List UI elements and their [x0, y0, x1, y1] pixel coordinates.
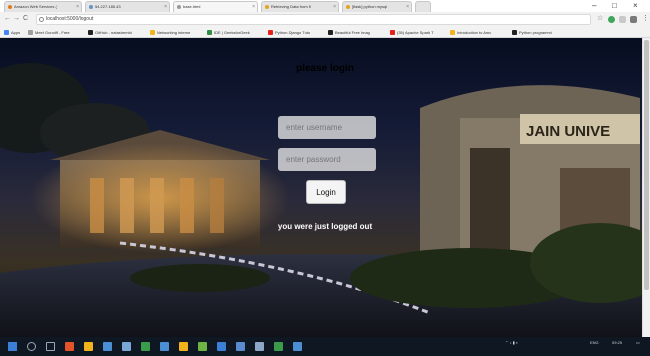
app9-icon[interactable]	[217, 342, 226, 351]
github-icon	[512, 30, 517, 35]
search-icon[interactable]	[27, 342, 36, 351]
new-tab-button[interactable]	[415, 1, 431, 12]
tab-ip[interactable]: 54.227.185.43 ×	[85, 1, 170, 12]
bookmark-favicon-icon	[150, 30, 155, 35]
app11-icon[interactable]	[255, 342, 264, 351]
extension-icon[interactable]	[608, 16, 615, 23]
bookmark-item[interactable]: Python programmi	[512, 28, 552, 37]
bookmark-label: Introduction to Amc	[457, 30, 492, 35]
extension-icon[interactable]	[619, 16, 626, 23]
browser-tab-bar: Amazon Web Services ( × 54.227.185.43 × …	[0, 0, 650, 12]
camera-icon	[328, 30, 333, 35]
university-sign: JAIN UNIVE	[526, 123, 610, 140]
file-explorer-icon[interactable]	[84, 342, 93, 351]
youtube-icon	[390, 30, 395, 35]
taskbar: ⌃ ♪ ▮ ◐ ENG 09:25 ▭	[0, 337, 650, 356]
bookmark-label: Beautiful Free Imag	[335, 30, 370, 35]
app8-icon[interactable]	[198, 342, 207, 351]
app3-icon[interactable]	[103, 342, 112, 351]
app7-icon[interactable]	[179, 342, 188, 351]
page-scrollbar[interactable]	[642, 38, 650, 337]
github-icon	[88, 30, 93, 35]
reload-icon[interactable]: C	[23, 15, 28, 23]
bookmark-label: Networking interne	[157, 30, 191, 35]
language-indicator[interactable]: ENG	[590, 340, 599, 346]
bookmark-label: (35) Apache Spark T	[397, 30, 434, 35]
menu-icon[interactable]: ⋮	[642, 15, 649, 23]
clock[interactable]: 09:25	[612, 340, 622, 346]
bookmark-item[interactable]: Python Django Tuto	[268, 28, 310, 37]
tab-label: 54.227.185.43	[95, 4, 121, 9]
app13-icon[interactable]	[293, 342, 302, 351]
scrollbar-thumb[interactable]	[644, 40, 649, 290]
tab-label: [flask] python mysql	[352, 4, 388, 9]
close-icon[interactable]: ×	[164, 2, 167, 12]
address-bar: ← → C localhost:5000/logout ☆ ⋮	[0, 12, 650, 27]
close-icon[interactable]: ×	[76, 2, 79, 12]
bookmark-apps[interactable]: Apps	[4, 28, 20, 37]
page-favicon-icon	[346, 5, 350, 9]
page-title: please login	[296, 63, 354, 74]
tab-label: Retrieving Data from fl	[271, 4, 311, 9]
url-text: localhost:5000/logout	[46, 16, 94, 22]
bookmark-label: Apps	[11, 30, 21, 35]
extension-icon[interactable]	[630, 16, 637, 23]
bookmark-item[interactable]: Networking interne	[150, 28, 190, 37]
maximize-icon[interactable]: □	[612, 1, 617, 11]
youtube-icon	[268, 30, 273, 35]
bookmark-star-icon[interactable]: ☆	[597, 15, 603, 23]
app4-icon[interactable]	[122, 342, 131, 351]
tab-label: Amazon Web Services (	[14, 4, 57, 9]
task-view-icon[interactable]	[46, 342, 55, 351]
close-window-icon[interactable]: ×	[633, 1, 638, 11]
back-icon[interactable]: ←	[4, 15, 11, 23]
apps-icon	[4, 30, 9, 35]
bookmark-label: Python Django Tuto	[275, 30, 311, 35]
bookmark-item[interactable]: Meet Gunolff - Free	[28, 28, 70, 37]
info-icon	[39, 17, 44, 22]
tab-retrieving-data[interactable]: Retrieving Data from fl ×	[261, 1, 339, 12]
login-page: JAIN UNIVE please login Login you were j…	[0, 38, 650, 337]
tab-flask-mysql[interactable]: [flask] python mysql ×	[342, 1, 412, 12]
app10-icon[interactable]	[236, 342, 245, 351]
minimize-icon[interactable]: –	[592, 1, 596, 11]
forward-icon[interactable]: →	[13, 15, 20, 23]
close-icon[interactable]: ×	[252, 2, 255, 12]
tab-aws[interactable]: Amazon Web Services ( ×	[4, 1, 82, 12]
bookmark-item[interactable]: IDE | GeeksforGeek	[207, 28, 250, 37]
tab-base-html[interactable]: base.html ×	[173, 1, 258, 12]
close-icon[interactable]: ×	[406, 2, 409, 12]
start-icon[interactable]	[8, 342, 17, 351]
chrome-icon[interactable]	[141, 342, 150, 351]
bookmark-favicon-icon	[28, 30, 33, 35]
notifications-icon[interactable]: ▭	[636, 340, 640, 346]
document-favicon-icon	[177, 5, 181, 9]
tab-label: base.html	[183, 4, 201, 9]
page-favicon-icon	[89, 5, 93, 9]
password-field[interactable]	[278, 148, 376, 171]
tray-icons[interactable]: ⌃ ♪ ▮ ◐	[505, 340, 518, 346]
aws-favicon-icon	[8, 5, 12, 9]
page-favicon-icon	[265, 5, 269, 9]
bookmarks-bar: Apps Meet Gunolff - Free GitHub - natash…	[0, 27, 650, 38]
bookmark-item[interactable]: GitHub - natashembi	[88, 28, 132, 37]
bookmark-item[interactable]: Introduction to Amc	[450, 28, 491, 37]
bookmark-item[interactable]: Beautiful Free Imag	[328, 28, 370, 37]
app6-icon[interactable]	[160, 342, 169, 351]
bookmark-label: GitHub - natashembi	[95, 30, 132, 35]
username-field[interactable]	[278, 116, 376, 139]
app1-icon[interactable]	[65, 342, 74, 351]
close-icon[interactable]: ×	[333, 2, 336, 12]
app12-icon[interactable]	[274, 342, 283, 351]
bookmark-item[interactable]: (35) Apache Spark T	[390, 28, 434, 37]
bookmark-label: Meet Gunolff - Free	[35, 30, 70, 35]
login-button[interactable]: Login	[306, 180, 346, 204]
bookmark-label: IDE | GeeksforGeek	[214, 30, 250, 35]
bookmark-label: Python programmi	[519, 30, 552, 35]
bookmark-favicon-icon	[207, 30, 212, 35]
url-input[interactable]: localhost:5000/logout	[36, 14, 591, 25]
bookmark-favicon-icon	[450, 30, 455, 35]
status-message: you were just logged out	[277, 222, 373, 231]
